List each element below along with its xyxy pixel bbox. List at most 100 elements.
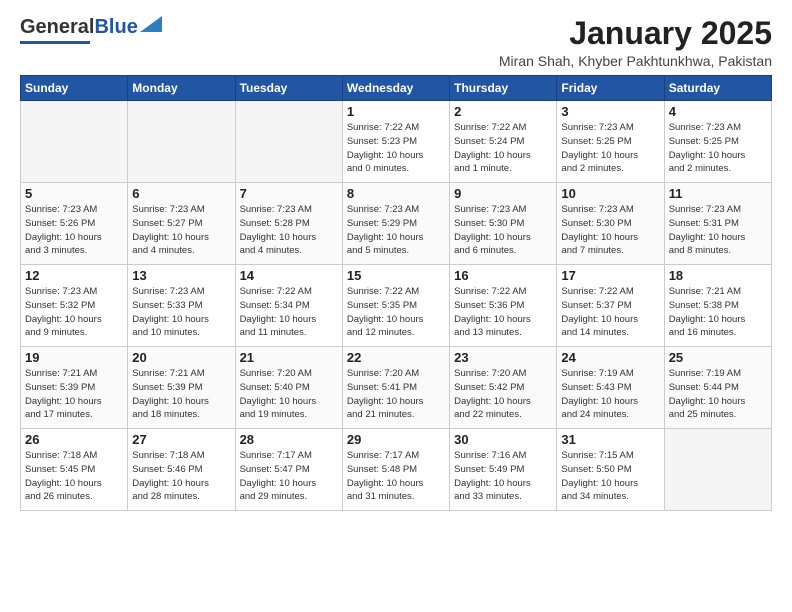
col-thursday: Thursday <box>450 76 557 101</box>
day-info: Sunrise: 7:23 AMSunset: 5:30 PMDaylight:… <box>561 203 659 258</box>
day-cell: 26Sunrise: 7:18 AMSunset: 5:45 PMDayligh… <box>21 429 128 511</box>
day-cell: 1Sunrise: 7:22 AMSunset: 5:23 PMDaylight… <box>342 101 449 183</box>
day-info: Sunrise: 7:23 AMSunset: 5:30 PMDaylight:… <box>454 203 552 258</box>
day-cell: 12 Sunrise: 7:23 AMSunset: 5:32 PMDayligh… <box>21 265 128 347</box>
day-number: 24 <box>561 350 659 365</box>
day-cell: 14Sunrise: 7:22 AMSunset: 5:34 PMDayligh… <box>235 265 342 347</box>
day-cell: 16 Sunrise: 7:22 AMSunset: 5:36 PMDayligh… <box>450 265 557 347</box>
day-cell: 15Sunrise: 7:22 AMSunset: 5:35 PMDayligh… <box>342 265 449 347</box>
day-number: 11 <box>669 186 767 201</box>
week-row-2: 5Sunrise: 7:23 AMSunset: 5:26 PMDaylight… <box>21 183 772 265</box>
col-friday: Friday <box>557 76 664 101</box>
day-info: Sunrise: 7:23 AMSunset: 5:25 PMDaylight:… <box>669 121 767 176</box>
day-info: Sunrise: 7:21 AMSunset: 5:38 PMDaylight:… <box>669 285 767 340</box>
day-info: Sunrise: 7:17 AMSunset: 5:47 PMDaylight:… <box>240 449 338 504</box>
col-tuesday: Tuesday <box>235 76 342 101</box>
day-cell: 6 Sunrise: 7:23 AMSunset: 5:27 PMDaylight… <box>128 183 235 265</box>
page: General Blue January 2025 Miran Shah, Kh… <box>0 0 792 612</box>
day-number: 16 <box>454 268 552 283</box>
day-cell: 20Sunrise: 7:21 AMSunset: 5:39 PMDayligh… <box>128 347 235 429</box>
day-info: Sunrise: 7:23 AMSunset: 5:31 PMDaylight:… <box>669 203 767 258</box>
title-section: January 2025 Miran Shah, Khyber Pakhtunk… <box>499 16 772 69</box>
day-cell: 29 Sunrise: 7:17 AMSunset: 5:48 PMDayligh… <box>342 429 449 511</box>
logo: General Blue <box>20 16 162 44</box>
day-number: 12 <box>25 268 123 283</box>
day-cell: 22 Sunrise: 7:20 AMSunset: 5:41 PMDayligh… <box>342 347 449 429</box>
day-cell: 4 Sunrise: 7:23 AMSunset: 5:25 PMDaylight… <box>664 101 771 183</box>
day-info: Sunrise: 7:23 AMSunset: 5:26 PMDaylight:… <box>25 203 123 258</box>
day-cell: 5Sunrise: 7:23 AMSunset: 5:26 PMDaylight… <box>21 183 128 265</box>
day-cell: 23 Sunrise: 7:20 AMSunset: 5:42 PMDayligh… <box>450 347 557 429</box>
day-number: 8 <box>347 186 445 201</box>
day-cell <box>235 101 342 183</box>
day-info: Sunrise: 7:23 AMSunset: 5:25 PMDaylight:… <box>561 121 659 176</box>
day-info: Sunrise: 7:22 AMSunset: 5:36 PMDaylight:… <box>454 285 552 340</box>
day-cell: 25 Sunrise: 7:19 AMSunset: 5:44 PMDayligh… <box>664 347 771 429</box>
day-info: Sunrise: 7:23 AMSunset: 5:32 PMDaylight:… <box>25 285 123 340</box>
day-info: Sunrise: 7:20 AMSunset: 5:41 PMDaylight:… <box>347 367 445 422</box>
day-cell: 30 Sunrise: 7:16 AMSunset: 5:49 PMDayligh… <box>450 429 557 511</box>
day-number: 1 <box>347 104 445 119</box>
day-number: 3 <box>561 104 659 119</box>
day-number: 23 <box>454 350 552 365</box>
day-cell <box>664 429 771 511</box>
day-cell: 24 Sunrise: 7:19 AMSunset: 5:43 PMDayligh… <box>557 347 664 429</box>
day-number: 29 <box>347 432 445 447</box>
day-info: Sunrise: 7:16 AMSunset: 5:49 PMDaylight:… <box>454 449 552 504</box>
day-info: Sunrise: 7:23 AMSunset: 5:27 PMDaylight:… <box>132 203 230 258</box>
day-cell: 28 Sunrise: 7:17 AMSunset: 5:47 PMDayligh… <box>235 429 342 511</box>
day-cell: 17Sunrise: 7:22 AMSunset: 5:37 PMDayligh… <box>557 265 664 347</box>
day-cell: 2 Sunrise: 7:22 AMSunset: 5:24 PMDaylight… <box>450 101 557 183</box>
day-cell <box>21 101 128 183</box>
day-cell: 27Sunrise: 7:18 AMSunset: 5:46 PMDayligh… <box>128 429 235 511</box>
calendar-title: January 2025 <box>499 16 772 51</box>
logo-blue: Blue <box>94 16 137 39</box>
calendar-table: Sunday Monday Tuesday Wednesday Thursday… <box>20 75 772 511</box>
week-row-1: 1Sunrise: 7:22 AMSunset: 5:23 PMDaylight… <box>21 101 772 183</box>
day-number: 26 <box>25 432 123 447</box>
day-info: Sunrise: 7:19 AMSunset: 5:44 PMDaylight:… <box>669 367 767 422</box>
day-number: 6 <box>132 186 230 201</box>
day-number: 31 <box>561 432 659 447</box>
col-sunday: Sunday <box>21 76 128 101</box>
week-row-4: 19 Sunrise: 7:21 AMSunset: 5:39 PMDayligh… <box>21 347 772 429</box>
day-cell: 7Sunrise: 7:23 AMSunset: 5:28 PMDaylight… <box>235 183 342 265</box>
week-row-5: 26Sunrise: 7:18 AMSunset: 5:45 PMDayligh… <box>21 429 772 511</box>
logo-arrow-icon <box>140 16 162 32</box>
day-number: 25 <box>669 350 767 365</box>
day-cell: 9 Sunrise: 7:23 AMSunset: 5:30 PMDaylight… <box>450 183 557 265</box>
day-info: Sunrise: 7:22 AMSunset: 5:34 PMDaylight:… <box>240 285 338 340</box>
col-saturday: Saturday <box>664 76 771 101</box>
day-number: 22 <box>347 350 445 365</box>
day-number: 7 <box>240 186 338 201</box>
day-number: 30 <box>454 432 552 447</box>
day-number: 18 <box>669 268 767 283</box>
day-info: Sunrise: 7:20 AMSunset: 5:42 PMDaylight:… <box>454 367 552 422</box>
week-row-3: 12 Sunrise: 7:23 AMSunset: 5:32 PMDayligh… <box>21 265 772 347</box>
day-info: Sunrise: 7:23 AMSunset: 5:33 PMDaylight:… <box>132 285 230 340</box>
day-number: 2 <box>454 104 552 119</box>
logo-general: General <box>20 16 94 39</box>
day-number: 28 <box>240 432 338 447</box>
day-info: Sunrise: 7:21 AMSunset: 5:39 PMDaylight:… <box>132 367 230 422</box>
day-number: 9 <box>454 186 552 201</box>
day-number: 15 <box>347 268 445 283</box>
day-info: Sunrise: 7:22 AMSunset: 5:24 PMDaylight:… <box>454 121 552 176</box>
day-number: 4 <box>669 104 767 119</box>
calendar-subtitle: Miran Shah, Khyber Pakhtunkhwa, Pakistan <box>499 53 772 69</box>
day-cell: 18 Sunrise: 7:21 AMSunset: 5:38 PMDayligh… <box>664 265 771 347</box>
day-cell: 11 Sunrise: 7:23 AMSunset: 5:31 PMDayligh… <box>664 183 771 265</box>
day-cell: 19 Sunrise: 7:21 AMSunset: 5:39 PMDayligh… <box>21 347 128 429</box>
day-info: Sunrise: 7:22 AMSunset: 5:37 PMDaylight:… <box>561 285 659 340</box>
day-info: Sunrise: 7:15 AMSunset: 5:50 PMDaylight:… <box>561 449 659 504</box>
day-info: Sunrise: 7:17 AMSunset: 5:48 PMDaylight:… <box>347 449 445 504</box>
day-cell <box>128 101 235 183</box>
day-cell: 13Sunrise: 7:23 AMSunset: 5:33 PMDayligh… <box>128 265 235 347</box>
day-cell: 21Sunrise: 7:20 AMSunset: 5:40 PMDayligh… <box>235 347 342 429</box>
col-wednesday: Wednesday <box>342 76 449 101</box>
day-number: 19 <box>25 350 123 365</box>
header: General Blue January 2025 Miran Shah, Kh… <box>20 16 772 69</box>
day-info: Sunrise: 7:19 AMSunset: 5:43 PMDaylight:… <box>561 367 659 422</box>
day-info: Sunrise: 7:21 AMSunset: 5:39 PMDaylight:… <box>25 367 123 422</box>
day-number: 21 <box>240 350 338 365</box>
